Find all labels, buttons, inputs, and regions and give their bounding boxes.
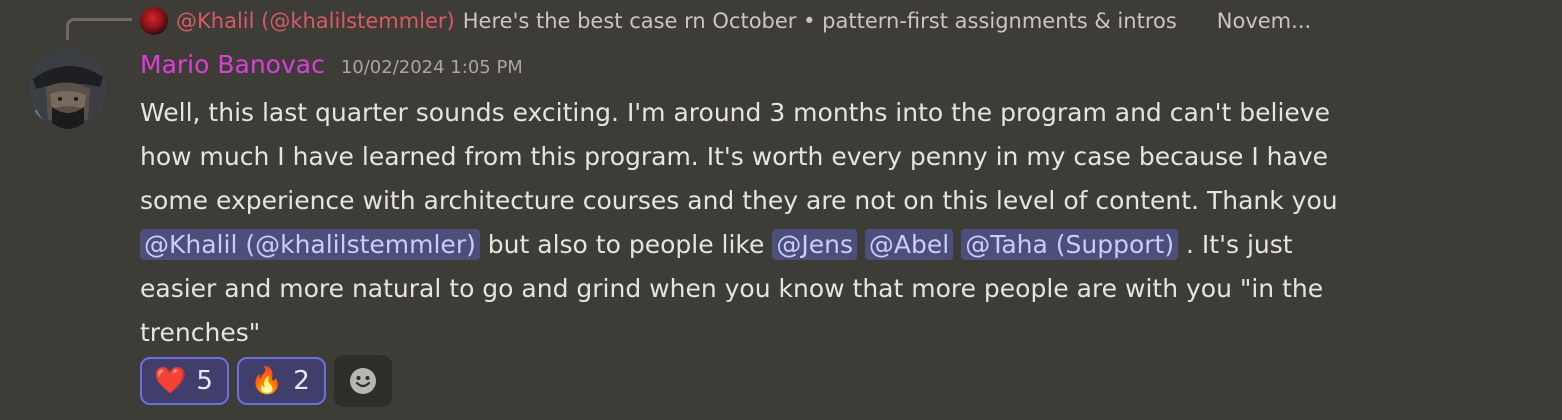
message-line: @Khalil (@khalilstemmler) but also to pe… (140, 223, 1440, 267)
reply-author[interactable]: @Khalil (@khalilstemmler) (176, 9, 455, 33)
heart-icon: ❤️ (154, 366, 187, 396)
reaction-heart[interactable]: ❤️ 5 (140, 357, 229, 405)
message-line: trenches" (140, 318, 261, 347)
mention-jens[interactable]: @Jens (772, 229, 857, 260)
mention-taha[interactable]: @Taha (Support) (961, 229, 1179, 260)
author-name[interactable]: Mario Banovac (140, 50, 325, 79)
reply-text[interactable]: Here's the best case rn October • patter… (463, 9, 1177, 33)
message-line: Well, this last quarter sounds exciting.… (140, 98, 1330, 127)
reaction-count: 5 (196, 366, 213, 396)
mention-abel[interactable]: @Abel (864, 229, 954, 260)
message-text: but also to people like (479, 230, 773, 259)
message-header: Mario Banovac 10/02/2024 1:05 PM (140, 50, 523, 79)
message-line: easier and more natural to go and grind … (140, 274, 1324, 303)
fire-icon: 🔥 (250, 366, 284, 396)
add-reaction-button[interactable] (333, 355, 392, 407)
chat-message: @Khalil (@khalilstemmler) Here's the bes… (0, 0, 1562, 420)
reply-preview[interactable]: @Khalil (@khalilstemmler) Here's the bes… (140, 5, 1311, 37)
smiley-icon (349, 368, 376, 394)
mention-khalil[interactable]: @Khalil (@khalilstemmler) (140, 229, 480, 260)
message-text: . It's just (1178, 230, 1293, 259)
message-body: Well, this last quarter sounds exciting.… (140, 91, 1440, 355)
reply-text-truncated[interactable]: Novem... (1217, 9, 1311, 33)
message-line: how much I have learned from this progra… (140, 142, 1329, 171)
timestamp[interactable]: 10/02/2024 1:05 PM (341, 57, 523, 78)
avatar[interactable] (28, 49, 108, 129)
reaction-count: 2 (293, 366, 310, 396)
reply-avatar[interactable] (140, 7, 168, 35)
reply-connector (66, 18, 132, 40)
avatar-image (28, 49, 108, 129)
reaction-fire[interactable]: 🔥 2 (236, 357, 326, 405)
reactions-bar: ❤️ 5 🔥 2 (140, 355, 392, 407)
message-line: some experience with architecture course… (140, 186, 1338, 215)
